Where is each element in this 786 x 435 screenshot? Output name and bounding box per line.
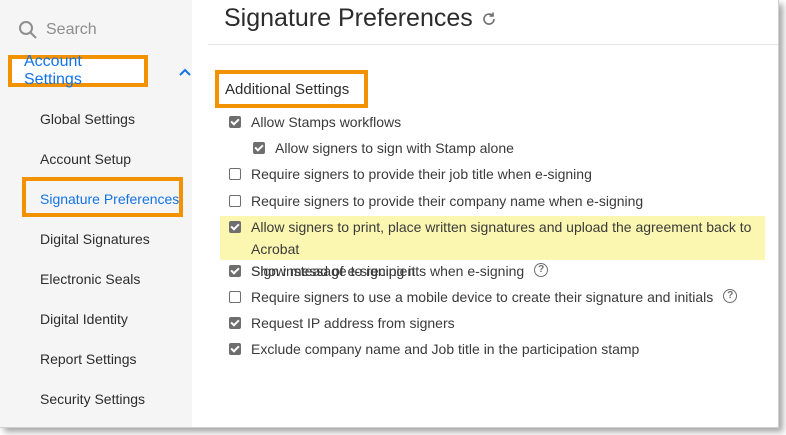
option-label: Allow signers to sign with Stamp alone <box>275 140 514 156</box>
checkbox-unchecked[interactable] <box>229 291 241 303</box>
sidebar-item-electronic-seals[interactable]: Electronic Seals <box>40 271 140 287</box>
option-label: Require signers to provide their job tit… <box>251 166 592 182</box>
option-request-ip[interactable]: Request IP address from signers <box>229 312 455 334</box>
refresh-icon[interactable] <box>481 11 497 27</box>
checkbox-checked[interactable] <box>229 116 241 128</box>
sidebar-item-global-settings[interactable]: Global Settings <box>40 111 135 127</box>
account-settings-label-callout[interactable]: Account Settings <box>8 53 148 88</box>
main-panel: Signature Preferences Additional Setting… <box>192 0 778 427</box>
search-placeholder: Search <box>46 21 97 38</box>
option-label: Show message to recipients when e-signin… <box>251 263 525 279</box>
checkbox-checked[interactable] <box>229 265 241 277</box>
sidebar-item-security-settings[interactable]: Security Settings <box>40 391 145 407</box>
option-label: Allow Stamps workflows <box>251 114 402 130</box>
sidebar-item-account-setup[interactable]: Account Setup <box>40 151 131 167</box>
option-label: Require signers to provide their company… <box>251 193 644 209</box>
search-box[interactable]: Search <box>18 18 97 42</box>
page-title: Signature Preferences <box>224 4 497 33</box>
account-settings-label: Account Settings <box>24 53 82 88</box>
account-settings-section[interactable]: Account Settings <box>4 53 192 93</box>
checkbox-checked[interactable] <box>229 343 241 355</box>
sidebar: Search Account Settings Global Settings … <box>0 0 192 427</box>
section-title-callout: Additional Settings <box>215 70 368 108</box>
option-require-job-title[interactable]: Require signers to provide their job tit… <box>229 163 592 185</box>
checkbox-unchecked[interactable] <box>229 168 241 180</box>
page-title-text: Signature Preferences <box>224 4 473 32</box>
section-title: Additional Settings <box>225 80 350 98</box>
checkbox-unchecked[interactable] <box>229 195 241 207</box>
checkbox-checked[interactable] <box>229 221 241 233</box>
option-label-line1: Allow signers to print, place written si… <box>251 219 752 257</box>
sidebar-item-signature-preferences[interactable]: Signature Preferences <box>40 191 179 207</box>
sidebar-item-digital-signatures[interactable]: Digital Signatures <box>40 231 150 247</box>
checkbox-checked[interactable] <box>229 317 241 329</box>
option-label: Exclude company name and Job title in th… <box>251 341 640 357</box>
chevron-up-icon[interactable] <box>178 65 192 79</box>
sidebar-item-digital-identity[interactable]: Digital Identity <box>40 311 128 327</box>
option-require-mobile-device[interactable]: Require signers to use a mobile device t… <box>229 286 738 308</box>
option-sign-with-stamp-alone[interactable]: Allow signers to sign with Stamp alone <box>253 137 514 159</box>
option-exclude-company-name[interactable]: Exclude company name and Job title in th… <box>229 338 639 360</box>
option-show-message[interactable]: Show message to recipients when e-signin… <box>229 260 549 282</box>
sidebar-item-report-settings[interactable]: Report Settings <box>40 351 137 367</box>
window-frame: Search Account Settings Global Settings … <box>0 0 779 428</box>
checkbox-checked[interactable] <box>253 142 265 154</box>
option-allow-stamps[interactable]: Allow Stamps workflows <box>229 111 401 133</box>
option-require-company-name[interactable]: Require signers to provide their company… <box>229 190 643 212</box>
option-label: Require signers to use a mobile device t… <box>251 289 714 305</box>
help-icon[interactable]: ? <box>534 263 549 277</box>
help-icon[interactable]: ? <box>723 289 738 303</box>
option-label: Request IP address from signers <box>251 315 455 331</box>
title-divider <box>208 44 778 45</box>
search-icon <box>19 21 37 39</box>
